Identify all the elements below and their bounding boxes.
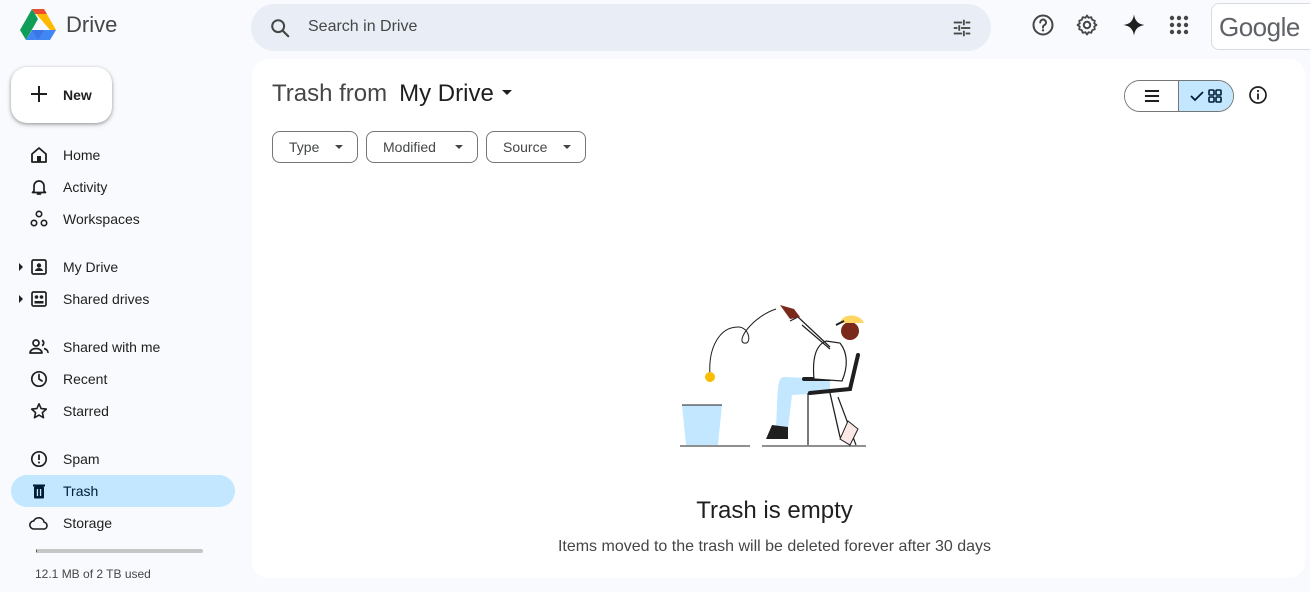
main-content: Trash from My Drive Type Modified Source [252,59,1305,578]
filter-type-chip[interactable]: Type [272,131,358,163]
new-button-label: New [63,87,92,103]
spam-icon [29,449,49,469]
sidebar-item-spam[interactable]: Spam [11,443,235,475]
sidebar-item-label: Starred [63,403,109,419]
location-dropdown[interactable]: My Drive [399,80,512,107]
help-icon[interactable] [1031,13,1055,37]
drive-logo-icon [20,9,56,40]
sidebar-item-label: Storage [63,515,113,531]
my-drive-icon [29,257,49,277]
search-icon[interactable] [269,17,291,44]
dropdown-arrow-icon [501,90,512,96]
new-button[interactable]: New [11,67,112,123]
sidebar-item-label: Workspaces [63,211,140,227]
filter-modified-chip[interactable]: Modified [366,131,478,163]
list-view-button[interactable] [1125,81,1180,111]
gemini-sparkle-icon[interactable] [1122,13,1146,37]
search-input[interactable]: Search in Drive [308,18,417,36]
settings-gear-icon[interactable] [1075,13,1099,37]
trash-icon [29,481,49,501]
list-icon [1144,90,1159,102]
sidebar-item-shared-with-me[interactable]: Shared with me [11,331,235,363]
dropdown-arrow-icon [455,145,463,149]
dropdown-arrow-icon [563,145,571,149]
shared-drives-icon [29,289,49,309]
workspaces-icon [29,209,49,229]
location-label: My Drive [399,80,494,107]
sidebar-item-shared-drives[interactable]: Shared drives [11,283,235,315]
sidebar-item-recent[interactable]: Recent [11,363,235,395]
cloud-icon [29,513,49,533]
check-icon [1190,91,1204,102]
google-wordmark: Google [1219,12,1300,42]
info-icon[interactable] [1248,85,1268,110]
drive-logo[interactable]: Drive [20,9,117,41]
expand-caret-icon[interactable] [19,295,23,303]
sidebar-item-activity[interactable]: Activity [11,171,235,203]
sidebar-item-my-drive[interactable]: My Drive [11,251,235,283]
sidebar-item-label: Home [63,147,101,163]
apps-grid-icon[interactable] [1167,13,1191,37]
storage-usage-text: 12.1 MB of 2 TB used [35,567,151,581]
bell-icon [29,177,49,197]
storage-usage-fill [36,549,37,553]
title-prefix: Trash from [272,80,388,107]
people-icon [29,337,49,357]
plus-icon [28,83,50,110]
empty-state-title: Trash is empty [696,497,853,524]
filter-label: Modified [383,139,436,155]
google-account-switcher[interactable]: Google [1211,3,1310,50]
sidebar-item-label: Activity [63,179,108,195]
filter-source-chip[interactable]: Source [486,131,586,163]
sidebar-item-label: My Drive [63,259,119,275]
empty-state-subtitle: Items moved to the trash will be deleted… [557,538,992,555]
clock-icon [29,369,49,389]
sidebar-item-label: Trash [63,483,99,499]
sidebar-item-workspaces[interactable]: Workspaces [11,203,235,235]
search-bar[interactable]: Search in Drive [251,4,991,51]
empty-trash-illustration [680,305,866,447]
filter-label: Source [503,139,548,155]
sidebar-item-home[interactable]: Home [11,139,235,171]
star-icon [29,401,49,421]
expand-caret-icon[interactable] [19,263,23,271]
dropdown-arrow-icon [335,145,343,149]
app-name: Drive [66,12,118,37]
storage-usage-bar [36,549,203,553]
filter-label: Type [289,139,320,155]
sidebar-item-starred[interactable]: Starred [11,395,235,427]
sidebar-item-label: Shared drives [63,291,150,307]
sidebar-item-storage[interactable]: Storage [11,507,235,539]
home-icon [29,145,49,165]
sidebar-item-trash[interactable]: Trash [11,475,235,507]
grid-view-button[interactable] [1179,81,1233,111]
sidebar-item-label: Shared with me [63,339,161,355]
grid-icon [1208,89,1222,103]
sidebar-item-label: Recent [63,371,108,387]
page-title: Trash from My Drive [272,80,512,108]
sidebar-item-label: Spam [63,451,100,467]
search-options-icon[interactable] [951,17,973,44]
view-toggle[interactable] [1124,80,1234,112]
